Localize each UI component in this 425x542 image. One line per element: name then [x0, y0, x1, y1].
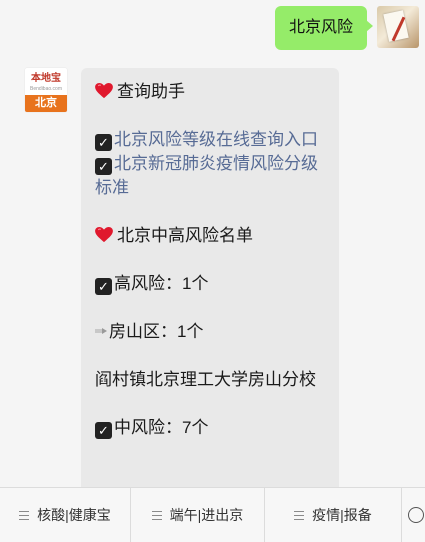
menu-item-label: 核酸|健康宝 [37, 507, 111, 523]
gap [95, 392, 325, 416]
bottom-menu-bar: 核酸|健康宝 端午|进出京 疫情|报备 [0, 487, 425, 542]
checkbox-icon: ✓ [95, 278, 112, 295]
checkbox-icon: ✓ [95, 158, 112, 175]
menu-item-health[interactable]: 核酸|健康宝 [0, 488, 131, 542]
risk-level-query-link[interactable]: 北京风险等级在线查询入口 [114, 130, 318, 149]
bot-avatar-city: 北京 [25, 95, 67, 112]
district-line: 房山区：1个 [95, 320, 325, 344]
location-line: 阎村镇北京理工大学房山分校 [95, 368, 325, 392]
user-message-bubble[interactable]: 北京风险 [274, 6, 374, 50]
user-message-row: 北京风险 [274, 6, 419, 50]
district-text: 房山区：1个 [109, 322, 204, 341]
menu-item-travel[interactable]: 端午|进出京 [131, 488, 265, 542]
checkbox-icon: ✓ [95, 422, 112, 439]
gap [95, 344, 325, 368]
location-text: 阎村镇北京理工大学房山分校 [95, 370, 316, 389]
menu-item-label: 疫情|报备 [312, 507, 372, 523]
menu-lines-icon [151, 510, 162, 520]
gap [95, 296, 325, 320]
risk-standard-link[interactable]: 北京新冠肺炎疫情风险分级标准 [95, 154, 318, 197]
heart-icon [95, 83, 113, 99]
menu-item-label: 端午|进出京 [169, 507, 244, 523]
section2-title: 北京中高风险名单 [117, 226, 253, 245]
menu-lines-icon [19, 510, 30, 520]
gap [95, 248, 325, 272]
bot-avatar[interactable]: 本地宝 Bendibao.com 北京 [25, 68, 67, 112]
section1-title: 查询助手 [117, 82, 185, 101]
link-line-2: ✓ 北京新冠肺炎疫情风险分级标准 [95, 152, 325, 200]
section-title-line: 北京中高风险名单 [95, 224, 325, 248]
user-avatar[interactable] [377, 6, 419, 48]
link-line-1: ✓ 北京风险等级在线查询入口 [95, 128, 325, 152]
section-title-line: 查询助手 [95, 80, 325, 104]
bot-message-bubble: 查询助手 ✓ 北京风险等级在线查询入口 ✓ 北京新冠肺炎疫情风险分级标准 北京中高风… [81, 68, 339, 498]
gap [95, 104, 325, 128]
keyboard-circle-icon [407, 507, 424, 523]
menu-lines-icon [294, 510, 305, 520]
checkbox-icon: ✓ [95, 134, 112, 151]
gap [95, 200, 325, 224]
bot-avatar-brand: 本地宝 [31, 73, 61, 84]
heart-icon [95, 227, 113, 243]
user-message-text: 北京风险 [288, 19, 353, 36]
pin-icon [95, 328, 107, 334]
medium-risk-line: ✓ 中风险：7个 [95, 416, 325, 440]
medium-risk-text: 中风险：7个 [114, 418, 209, 437]
menu-item-report[interactable]: 疫情|报备 [265, 488, 402, 542]
high-risk-line: ✓ 高风险：1个 [95, 272, 325, 296]
keyboard-toggle-button[interactable] [402, 488, 425, 542]
bot-avatar-domain: Bendibao.com [30, 86, 62, 92]
high-risk-text: 高风险：1个 [114, 274, 209, 293]
bot-message-content: 查询助手 ✓ 北京风险等级在线查询入口 ✓ 北京新冠肺炎疫情风险分级标准 北京中高风… [81, 68, 339, 440]
